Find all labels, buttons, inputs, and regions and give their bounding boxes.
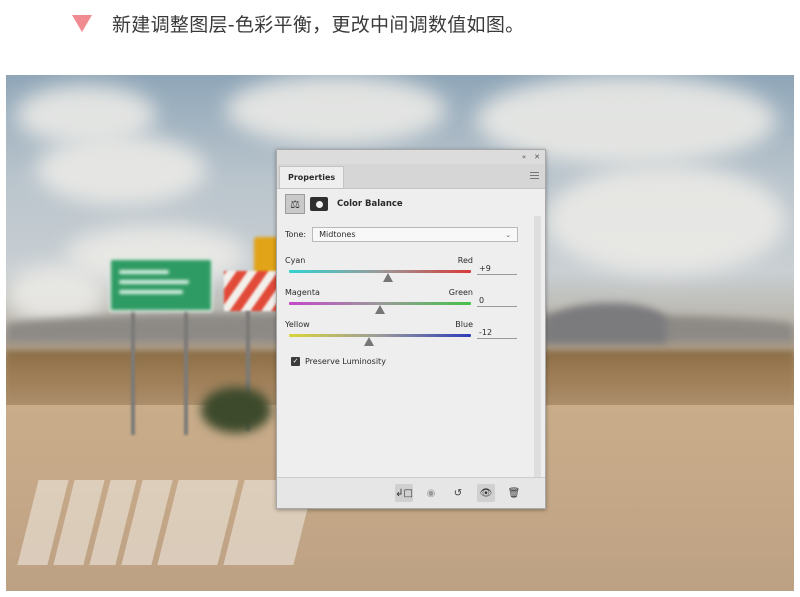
- panel-scrollbar[interactable]: [534, 216, 541, 478]
- balance-cyan-red: Cyan Red +9: [285, 256, 517, 288]
- balance-left-label: Cyan: [285, 256, 306, 265]
- adjustment-header: ⚖ Color Balance: [285, 193, 403, 215]
- collapse-icon[interactable]: «: [522, 150, 526, 164]
- visibility-eye-icon[interactable]: 👁: [477, 484, 495, 502]
- balance-magenta-green: Magenta Green 0: [285, 288, 517, 320]
- yellow-blue-value-field[interactable]: -12: [477, 326, 517, 339]
- yellow-blue-slider-thumb[interactable]: [364, 337, 375, 346]
- panel-footer: ↲□ ◉ ↺ 👁 🗑: [277, 477, 545, 508]
- cyan-red-slider-thumb[interactable]: [383, 273, 394, 282]
- magenta-green-slider-thumb[interactable]: [375, 305, 385, 314]
- layer-mask-icon[interactable]: [310, 197, 328, 211]
- trash-icon[interactable]: 🗑: [505, 484, 523, 502]
- chevron-down-icon: ⌄: [505, 230, 512, 239]
- balance-right-label: Blue: [455, 320, 473, 329]
- panel-tabbar: Properties: [277, 164, 545, 189]
- view-previous-state-icon[interactable]: ◉: [422, 484, 440, 502]
- tab-properties[interactable]: Properties: [279, 166, 345, 188]
- cyan-red-value-field[interactable]: +9: [477, 262, 517, 275]
- balance-left-label: Magenta: [285, 288, 320, 297]
- watermark-logo: [17, 480, 315, 565]
- tone-row: Tone: Midtones ⌄: [285, 227, 519, 242]
- panel-titlebar: « ✕: [277, 150, 545, 164]
- magenta-green-value-field[interactable]: 0: [477, 294, 517, 307]
- instruction-text: 新建调整图层-色彩平衡，更改中间调数值如图。: [112, 13, 525, 36]
- balance-left-label: Yellow: [285, 320, 310, 329]
- triangle-marker-icon: [72, 14, 92, 32]
- panel-menu-icon[interactable]: [530, 172, 539, 179]
- properties-panel: « ✕ Properties ⚖ Color Balance Tone: Mid…: [276, 149, 546, 509]
- cyan-red-slider-track[interactable]: [289, 270, 471, 273]
- balance-scale-icon[interactable]: ⚖: [285, 194, 305, 214]
- tone-label: Tone:: [285, 230, 307, 239]
- tone-selected-value: Midtones: [319, 230, 356, 239]
- balance-right-label: Green: [448, 288, 473, 297]
- reset-icon[interactable]: ↺: [449, 484, 467, 502]
- balance-yellow-blue: Yellow Blue -12: [285, 320, 517, 352]
- instruction-header: 新建调整图层-色彩平衡，更改中间调数值如图。: [72, 8, 524, 38]
- adjustment-title: Color Balance: [337, 199, 403, 209]
- clip-to-layer-icon[interactable]: ↲□: [395, 484, 413, 502]
- preserve-luminosity-label: Preserve Luminosity: [305, 357, 386, 366]
- preserve-luminosity-row: ✓ Preserve Luminosity: [291, 357, 386, 366]
- road-sign: [109, 258, 213, 312]
- close-icon[interactable]: ✕: [534, 150, 540, 164]
- tone-dropdown[interactable]: Midtones ⌄: [312, 227, 519, 242]
- balance-right-label: Red: [457, 256, 473, 265]
- preserve-luminosity-checkbox[interactable]: ✓: [291, 357, 300, 366]
- yellow-blue-slider-track[interactable]: [289, 334, 471, 337]
